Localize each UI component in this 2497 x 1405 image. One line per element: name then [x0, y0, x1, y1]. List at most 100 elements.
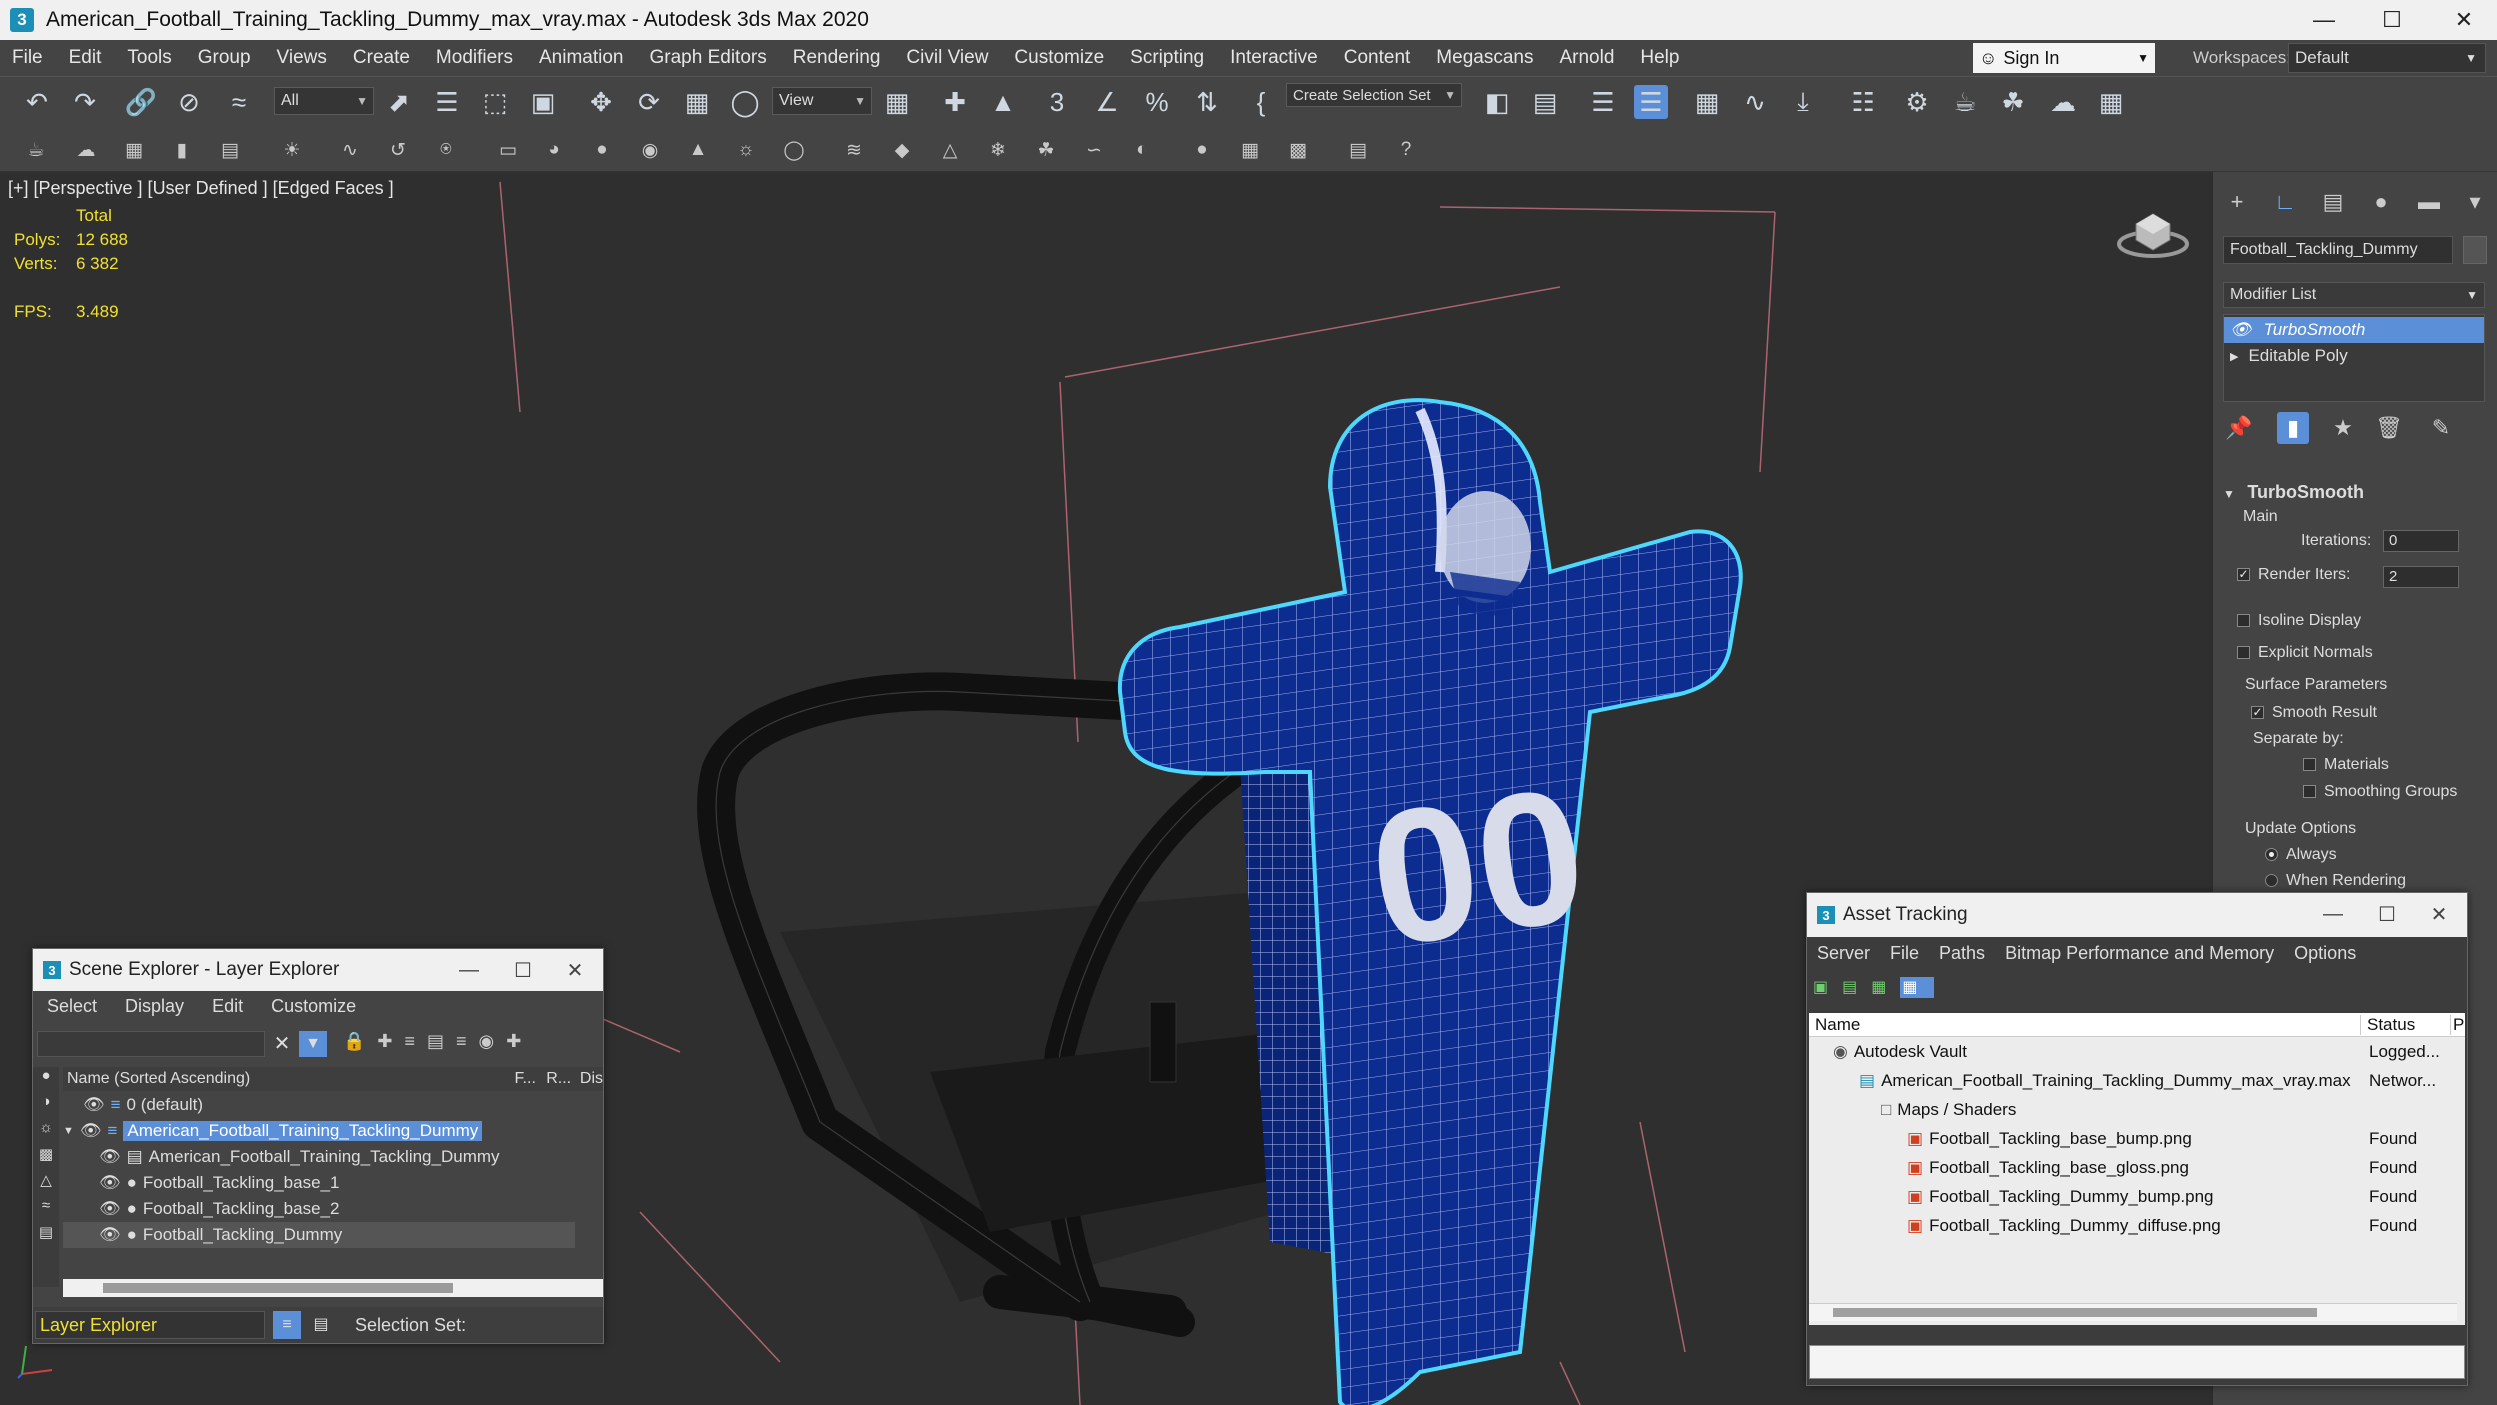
select-manipulate-icon[interactable]: ✚ [938, 85, 972, 119]
close-button[interactable]: ✕ [2415, 893, 2463, 935]
smooth-result-checkbox[interactable]: ✓ Smooth Result [2251, 704, 2377, 722]
explorer-type-dropdown[interactable]: Layer Explorer [35, 1311, 265, 1339]
menu-animation[interactable]: Animation [527, 47, 638, 69]
hair-icon[interactable]: ∽ [1080, 136, 1108, 164]
select-object-icon[interactable]: ⬈ [382, 85, 416, 119]
reference-coordinate-dropdown[interactable]: View ▼ [772, 87, 872, 115]
bend-icon[interactable]: ∿ [336, 136, 364, 164]
unlink-icon[interactable]: ⊘ [172, 85, 206, 119]
cone-icon[interactable]: ▲ [684, 136, 712, 164]
helper-icon[interactable]: ⍟ [432, 136, 460, 164]
spacewarp-filter-icon[interactable]: ≈ [33, 1197, 59, 1223]
mesh-light-icon[interactable]: △ [936, 136, 964, 164]
file-icon[interactable]: ▤ [1344, 136, 1372, 164]
schematic-view-icon[interactable]: ⤓ [1786, 85, 1820, 119]
a360-gallery-icon[interactable]: ▦ [2094, 85, 2128, 119]
redo-icon[interactable]: ↷ [68, 85, 102, 119]
filter-icon[interactable]: ▼ [299, 1031, 327, 1057]
render-production-icon[interactable]: ☘ [1996, 85, 2030, 119]
minimize-button[interactable]: — [445, 949, 493, 991]
window-crossing-icon[interactable]: ▣ [526, 85, 560, 119]
keyboard-shortcut-override-icon[interactable]: ▲ [986, 85, 1020, 119]
table-icon[interactable]: ▦ [1871, 979, 1900, 996]
when-rendering-radio[interactable]: When Rendering [2265, 872, 2406, 890]
menu-select[interactable]: Select [33, 996, 111, 1017]
scale-icon[interactable]: ▦ [680, 85, 714, 119]
menu-bitmap-performance[interactable]: Bitmap Performance and Memory [1995, 943, 2284, 964]
minimize-button[interactable]: — [2290, 0, 2358, 40]
sphere-material-icon[interactable]: ● [1188, 136, 1216, 164]
asset-tracking-title-bar[interactable]: 3 Asset Tracking — ☐ ✕ [1807, 893, 2467, 937]
menu-server[interactable]: Server [1807, 943, 1880, 964]
grid-view-icon[interactable]: ▦ [1900, 977, 1934, 998]
explicit-normals-checkbox[interactable]: Explicit Normals [2237, 644, 2373, 662]
place-icon[interactable]: ◯ [728, 85, 762, 119]
edit-named-selection-icon[interactable]: { [1244, 85, 1278, 119]
list-item[interactable]: 👁 ● Football_Tackling_Dummy [63, 1222, 575, 1248]
name-column-header[interactable]: Name [1809, 1014, 2361, 1035]
motion-tab-icon[interactable]: ● [2365, 186, 2397, 218]
close-button[interactable]: ✕ [551, 949, 599, 991]
rendered-frame-window-icon[interactable]: ☕ [1948, 85, 1982, 119]
menu-graph-editors[interactable]: Graph Editors [638, 47, 781, 69]
menu-file[interactable]: File [1880, 943, 1929, 964]
texture-icon[interactable]: ▦ [1236, 136, 1264, 164]
menu-edit[interactable]: Edit [57, 47, 116, 69]
eye-icon[interactable]: 👁 [80, 1121, 102, 1141]
table-row[interactable]: ◉ Autodesk Vault Logged... [1809, 1039, 2457, 1065]
modifier-list-dropdown[interactable]: Modifier List ▼ [2223, 282, 2485, 308]
teapot-icon[interactable]: ☕ [22, 136, 50, 164]
menu-content[interactable]: Content [1332, 47, 1425, 69]
list-item[interactable]: 👁 ▤ American_Football_Training_Tackling_… [63, 1144, 575, 1170]
dome-light-icon[interactable]: ◕ [540, 136, 568, 164]
create-selection-set-dropdown[interactable]: Create Selection Set ▼ [1286, 83, 1462, 107]
move-icon[interactable]: ✥ [584, 85, 618, 119]
maximize-button[interactable]: ☐ [499, 949, 547, 991]
render-column-header[interactable]: R... [546, 1070, 580, 1088]
sign-in-dropdown[interactable]: ☺ Sign In ▼ [1973, 43, 2155, 73]
isoline-display-checkbox[interactable]: Isoline Display [2237, 612, 2361, 630]
remove-modifier-icon[interactable]: 🗑 [2373, 412, 2405, 444]
close-button[interactable]: ✕ [2430, 0, 2497, 40]
table-row[interactable]: ▣ Football_Tackling_base_bump.png Found [1809, 1126, 2457, 1152]
search-input[interactable] [37, 1031, 265, 1057]
list-item[interactable]: 👁 ● Football_Tackling_base_1 [63, 1170, 575, 1196]
utilities-tab-icon[interactable]: ▾ [2459, 186, 2491, 218]
menu-options[interactable]: Options [2284, 943, 2366, 964]
menu-create[interactable]: Create [341, 47, 424, 69]
menu-customize[interactable]: Customize [1002, 47, 1118, 69]
render-iters-spinner[interactable]: 2 [2383, 566, 2459, 588]
rotate-icon[interactable]: ⟳ [632, 85, 666, 119]
mirror-icon[interactable]: ◧ [1480, 85, 1514, 119]
plant-icon[interactable]: ☘ [1032, 136, 1060, 164]
snaps-toggle-icon[interactable]: 3 [1040, 85, 1074, 119]
box-icon[interactable]: ▦ [120, 136, 148, 164]
menu-help[interactable]: Help [1628, 47, 1693, 69]
iterations-spinner[interactable]: 0 [2383, 530, 2459, 552]
menu-views[interactable]: Views [265, 47, 341, 69]
horizontal-scrollbar[interactable] [63, 1279, 603, 1297]
scrollbar-thumb[interactable] [103, 1283, 453, 1293]
table-row[interactable]: □ Maps / Shaders [1809, 1097, 2457, 1123]
render-iters-checkbox[interactable]: ✓ Render Iters: [2237, 566, 2350, 584]
list-item[interactable]: 👁 ● Football_Tackling_base_2 [63, 1196, 575, 1222]
sun-icon[interactable]: ☼ [732, 136, 760, 164]
pin-stack-icon[interactable]: 📌 [2223, 412, 2255, 444]
display-tab-icon[interactable]: ▬ [2413, 186, 2445, 218]
helper-filter-icon[interactable]: △ [33, 1171, 59, 1197]
asset-path-field[interactable] [1809, 1345, 2465, 1379]
proxy-icon[interactable]: ◆ [888, 136, 916, 164]
horizontal-scrollbar[interactable] [1809, 1303, 2457, 1321]
menu-paths[interactable]: Paths [1929, 943, 1995, 964]
configure-sets-icon[interactable]: ✎ [2425, 412, 2457, 444]
plane-icon[interactable]: ▭ [494, 136, 522, 164]
render-in-cloud-icon[interactable]: ☁ [2046, 85, 2080, 119]
bind-space-warp-icon[interactable]: ≈ [222, 85, 256, 119]
pivot-center-icon[interactable]: ▦ [880, 85, 914, 119]
table-row[interactable]: ▣ Football_Tackling_Dummy_diffuse.png Fo… [1809, 1213, 2457, 1239]
group-filter-icon[interactable]: ▤ [33, 1223, 59, 1249]
selection-filter-dropdown[interactable]: All ▼ [274, 87, 374, 115]
cylinder-icon[interactable]: ▮ [168, 136, 196, 164]
extra-column-header[interactable]: P [2451, 1015, 2464, 1035]
status-column-header[interactable]: Status [2361, 1014, 2451, 1035]
